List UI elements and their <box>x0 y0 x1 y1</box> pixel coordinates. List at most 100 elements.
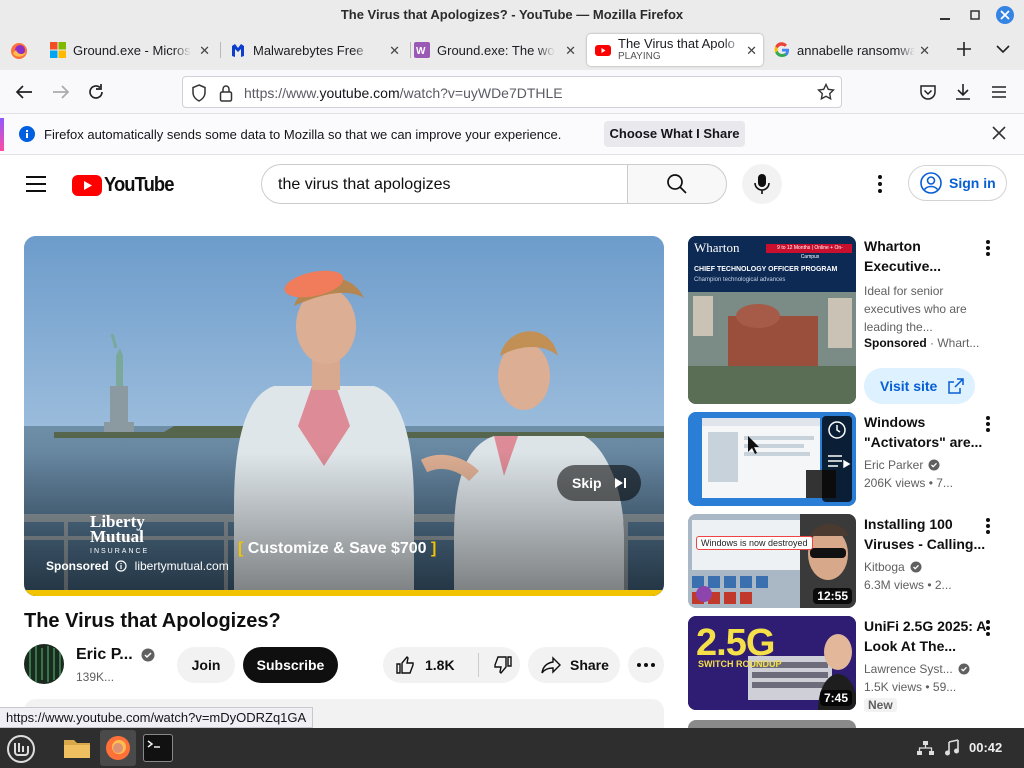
hamburger-menu-icon[interactable] <box>988 81 1010 103</box>
youtube-logo[interactable]: YouTube <box>72 174 180 197</box>
video-thumbnail[interactable]: Windows is now destroyed 12:55 <box>688 514 856 608</box>
file-manager-icon[interactable] <box>60 732 94 764</box>
next-video-thumbnail-partial[interactable] <box>688 720 856 728</box>
pocket-icon[interactable] <box>917 81 939 103</box>
sidebar-video-item[interactable]: 2.5G SWITCH ROUNDUP 7:45 UniFi 2.5G 2025… <box>688 616 1008 712</box>
ad-description: Ideal for senior executives who are leadin… <box>864 284 967 334</box>
channel-name[interactable]: Kitboga <box>864 560 922 574</box>
video-player[interactable]: Liberty Mutual INSURANCE [ Customize & S… <box>24 236 664 596</box>
join-button[interactable]: Join <box>177 647 235 683</box>
video-thumbnail[interactable] <box>688 412 856 506</box>
share-icon <box>541 656 561 674</box>
ad-tagline: [ Customize & Save $700 ] <box>238 540 437 557</box>
subscribe-button[interactable]: Subscribe <box>243 647 338 683</box>
info-icon[interactable] <box>115 560 127 572</box>
youtube-wordmark: YouTube <box>104 174 174 196</box>
tab-label: Malwarebytes Free <box>253 42 364 58</box>
channel-name[interactable]: Eric Parker <box>864 458 940 472</box>
subscriber-count: 139K... <box>76 670 115 684</box>
more-vertical-icon[interactable] <box>986 518 990 534</box>
clock[interactable]: 00:42 <box>969 740 1002 755</box>
downloads-icon[interactable] <box>952 81 974 103</box>
firefox-view-icon[interactable] <box>10 42 28 60</box>
tab-google-search[interactable]: annabelle ransomwa ✕ <box>774 34 936 66</box>
maximize-button[interactable] <box>966 6 984 24</box>
dislike-button[interactable] <box>493 655 513 675</box>
close-tab-icon[interactable]: ✕ <box>389 43 400 59</box>
close-notification-icon[interactable] <box>992 126 1006 140</box>
settings-more-icon[interactable] <box>870 174 890 194</box>
network-icon[interactable] <box>916 740 934 756</box>
tab-ground-exe-wiki[interactable]: W Ground.exe: The wo ✕ <box>414 34 582 66</box>
microsoft-logo-icon <box>50 42 66 58</box>
like-button[interactable]: 1.8K <box>395 653 479 677</box>
search-icon <box>667 174 687 194</box>
close-tab-icon[interactable]: ✕ <box>565 43 576 59</box>
sound-icon[interactable] <box>944 739 960 757</box>
video-title[interactable]: Wharton Executive... <box>864 236 986 276</box>
desktop-taskbar: 00:42 <box>0 728 1024 768</box>
advertiser-url[interactable]: libertymutual.com <box>135 559 229 573</box>
forward-button[interactable] <box>50 81 72 103</box>
lock-icon[interactable] <box>219 84 233 102</box>
visit-site-button[interactable]: Visit site <box>864 368 975 404</box>
tab-malwarebytes[interactable]: Malwarebytes Free ✕ <box>230 34 406 66</box>
close-window-button[interactable] <box>996 6 1014 24</box>
terminal-icon[interactable] <box>143 734 173 762</box>
reload-button[interactable] <box>85 81 107 103</box>
more-actions-button[interactable] <box>628 647 664 683</box>
navigation-toolbar: https://www.youtube.com/watch?v=uyWDe7DT… <box>0 70 1024 114</box>
video-meta: 206K views • 7... <box>864 476 953 490</box>
tab-label: annabelle ransomwa <box>797 42 915 58</box>
channel-name[interactable]: Lawrence Syst... <box>864 662 970 676</box>
ad-thumbnail[interactable]: 9 to 12 Months | Online + On-Campus Whar… <box>688 236 856 404</box>
video-duration: 7:45 <box>819 690 852 706</box>
voice-search-button[interactable] <box>742 164 782 204</box>
tab-ground-exe-microsoft[interactable]: Ground.exe - Micros ✕ <box>50 34 216 66</box>
back-button[interactable] <box>13 81 35 103</box>
start-menu-icon[interactable] <box>6 734 36 764</box>
tab-label: The Virus that Apolo <box>618 37 735 50</box>
search-button[interactable] <box>627 164 727 204</box>
share-button[interactable]: Share <box>528 647 620 683</box>
bookmark-star-icon[interactable] <box>817 83 835 101</box>
sidebar-ad-wharton[interactable]: 9 to 12 Months | Online + On-Campus Whar… <box>688 236 1008 404</box>
url-text[interactable]: https://www.youtube.com/watch?v=uyWDe7DT… <box>244 85 563 101</box>
url-bar[interactable]: https://www.youtube.com/watch?v=uyWDe7DT… <box>182 76 842 108</box>
more-vertical-icon[interactable] <box>986 620 990 636</box>
list-all-tabs-button[interactable] <box>995 42 1011 56</box>
minimize-button[interactable] <box>936 6 954 24</box>
close-tab-icon[interactable]: ✕ <box>199 43 210 59</box>
sidebar-video-item[interactable]: Windows is now destroyed 12:55 Installin… <box>688 514 1008 608</box>
tab-playing-indicator: PLAYING <box>618 51 661 62</box>
close-tab-icon[interactable]: ✕ <box>919 43 930 59</box>
search-input[interactable]: the virus that apologizes <box>261 164 656 204</box>
video-title[interactable]: UniFi 2.5G 2025: A Look At The... <box>864 616 992 656</box>
wiki-icon: W <box>414 42 430 58</box>
malwarebytes-icon <box>232 44 244 57</box>
sign-in-button[interactable]: Sign in <box>908 165 1007 201</box>
channel-name[interactable]: Eric P... <box>76 646 155 664</box>
video-thumbnail[interactable]: 2.5G SWITCH ROUNDUP 7:45 <box>688 616 856 710</box>
skip-ad-button[interactable]: Skip <box>557 465 641 501</box>
skip-next-icon <box>614 478 626 488</box>
window-title: The Virus that Apologizes? - YouTube — M… <box>340 7 684 22</box>
tracking-protection-shield-icon[interactable] <box>191 84 207 102</box>
sidebar-video-item[interactable]: Windows "Activators" are... Eric Parker … <box>688 412 1008 506</box>
more-vertical-icon[interactable] <box>986 240 990 256</box>
account-icon <box>920 172 942 194</box>
svg-text:W: W <box>416 46 426 57</box>
firefox-taskbar-icon[interactable] <box>100 730 136 766</box>
new-tab-button[interactable] <box>955 40 973 58</box>
video-title[interactable]: Windows "Activators" are... <box>864 412 986 452</box>
tab-youtube-active[interactable]: The Virus that Apolo PLAYING ✕ <box>587 34 763 66</box>
video-title: The Virus that Apologizes? <box>24 610 281 632</box>
sponsored-label: Sponsored <box>46 559 109 573</box>
channel-avatar[interactable] <box>24 644 64 684</box>
close-tab-icon[interactable]: ✕ <box>746 43 757 59</box>
choose-what-i-share-button[interactable]: Choose What I Share <box>604 121 745 147</box>
guide-menu-icon[interactable] <box>26 176 46 192</box>
video-title[interactable]: Installing 100 Viruses - Calling... <box>864 514 986 554</box>
more-vertical-icon[interactable] <box>986 416 990 432</box>
ad-info[interactable]: Sponsored libertymutual.com <box>46 559 229 573</box>
